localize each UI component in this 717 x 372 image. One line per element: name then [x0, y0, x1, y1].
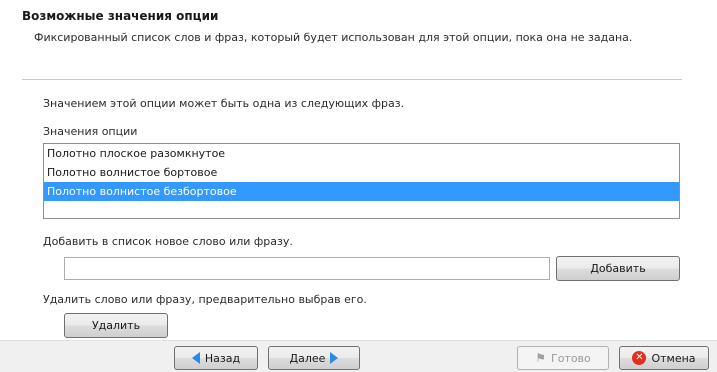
add-button[interactable]: Добавить	[556, 256, 680, 281]
next-button[interactable]: Далее	[268, 346, 360, 370]
arrow-right-icon	[330, 352, 339, 364]
add-button-label: Добавить	[590, 262, 646, 275]
remove-button[interactable]: Удалить	[64, 313, 168, 338]
cancel-icon: ✕	[632, 351, 647, 365]
new-phrase-input[interactable]	[64, 257, 550, 280]
back-button-label: Назад	[204, 351, 241, 365]
list-item-selected[interactable]: Полотно волнистое безбортовое	[44, 182, 679, 201]
intro-text: Значением этой опции может быть одна из …	[43, 97, 405, 110]
header-divider-highlight	[22, 80, 682, 81]
page-title: Возможные значения опции	[22, 9, 219, 23]
values-label: Значения опции	[43, 125, 138, 138]
arrow-left-icon	[191, 352, 200, 364]
next-button-label: Далее	[289, 351, 326, 365]
cancel-button[interactable]: ✕ Отмена	[619, 346, 709, 370]
remove-label: Удалить слово или фразу, предварительно …	[43, 293, 367, 306]
remove-button-label: Удалить	[91, 319, 141, 332]
page-subtitle: Фиксированный список слов и фраз, которы…	[34, 31, 633, 44]
list-item[interactable]: Полотно волнистое бортовое	[44, 163, 679, 182]
back-button[interactable]: Назад	[174, 346, 258, 370]
finish-button-label: Готово	[550, 351, 591, 365]
wizard-footer: Назад Далее ⚑ Готово ✕ Отмена	[0, 340, 717, 372]
wizard-header: Возможные значения опции Фиксированный с…	[0, 0, 717, 78]
cancel-button-label: Отмена	[651, 351, 696, 365]
values-listbox[interactable]: Полотно плоское разомкнутое Полотно волн…	[43, 143, 680, 219]
add-label: Добавить в список новое слово или фразу.	[43, 235, 293, 248]
finish-button[interactable]: ⚑ Готово	[517, 346, 609, 370]
flag-icon: ⚑	[535, 351, 546, 365]
list-item[interactable]: Полотно плоское разомкнутое	[44, 144, 679, 163]
